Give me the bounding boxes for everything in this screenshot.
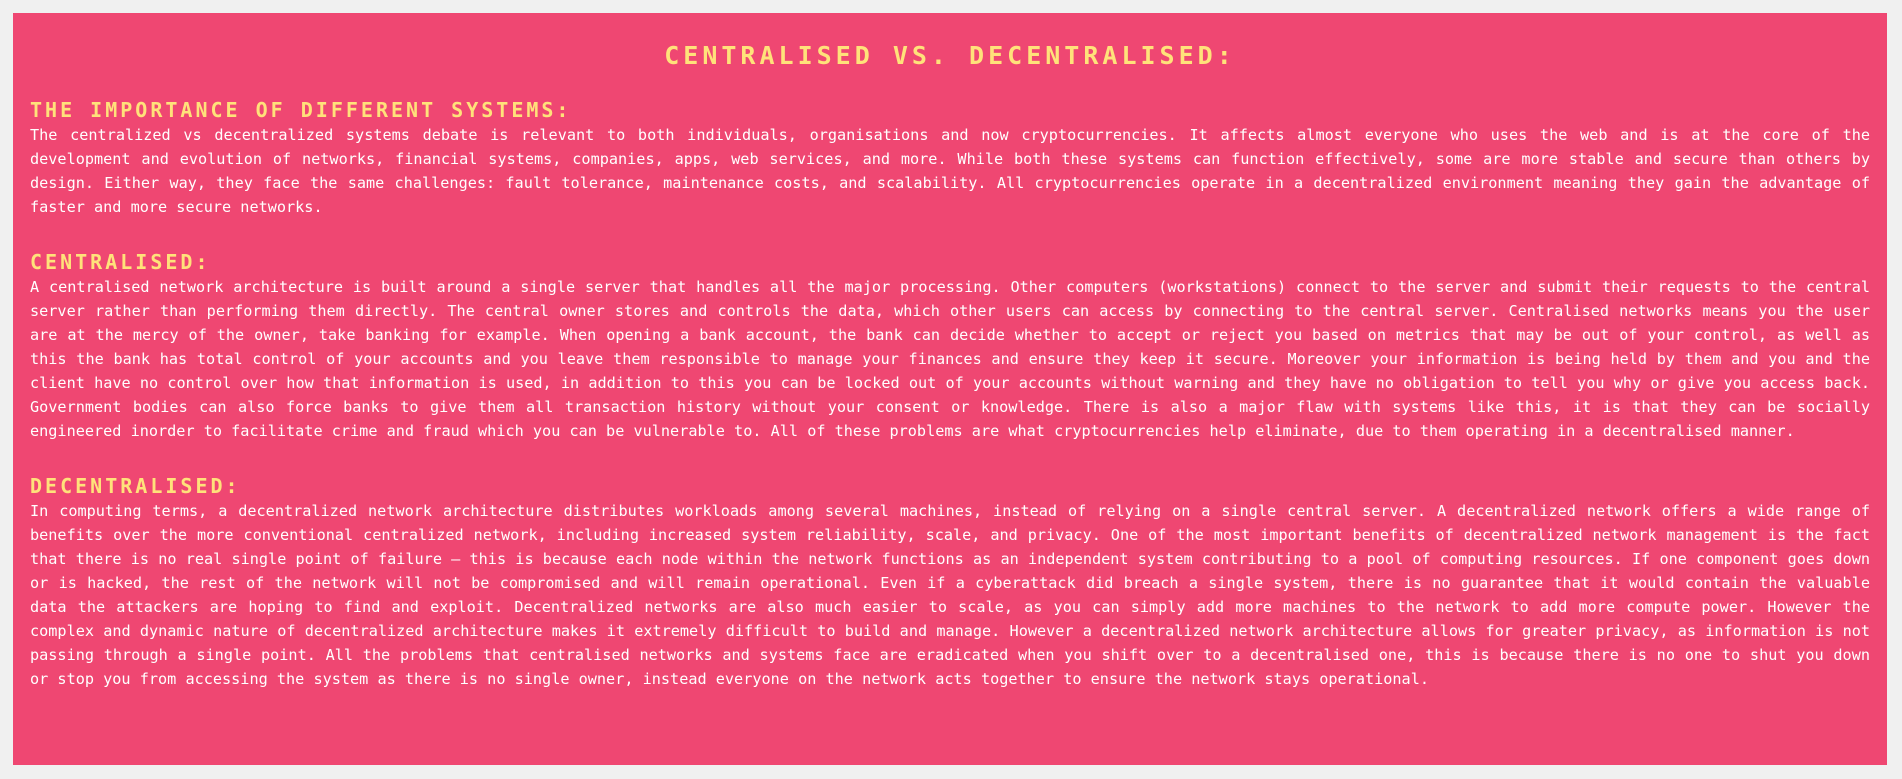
section-decentralised: DECENTRALISED: In computing terms, a dec… — [30, 473, 1870, 691]
section-body-importance: The centralized vs decentralized systems… — [30, 126, 1870, 216]
section-centralised: CENTRALISED: A centralised network archi… — [30, 249, 1870, 443]
section-body-decentralised: In computing terms, a decentralized netw… — [30, 502, 1870, 688]
section-heading-decentralised: DECENTRALISED: — [30, 474, 241, 498]
section-heading-centralised: CENTRALISED: — [30, 250, 211, 274]
content-panel: CENTRALISED VS. DECENTRALISED: THE IMPOR… — [13, 13, 1887, 765]
section-importance: THE IMPORTANCE OF DIFFERENT SYSTEMS: The… — [30, 97, 1870, 219]
section-heading-importance: THE IMPORTANCE OF DIFFERENT SYSTEMS: — [30, 98, 572, 122]
page-title: CENTRALISED VS. DECENTRALISED: — [664, 41, 1236, 70]
section-body-centralised: A centralised network architecture is bu… — [30, 278, 1870, 440]
